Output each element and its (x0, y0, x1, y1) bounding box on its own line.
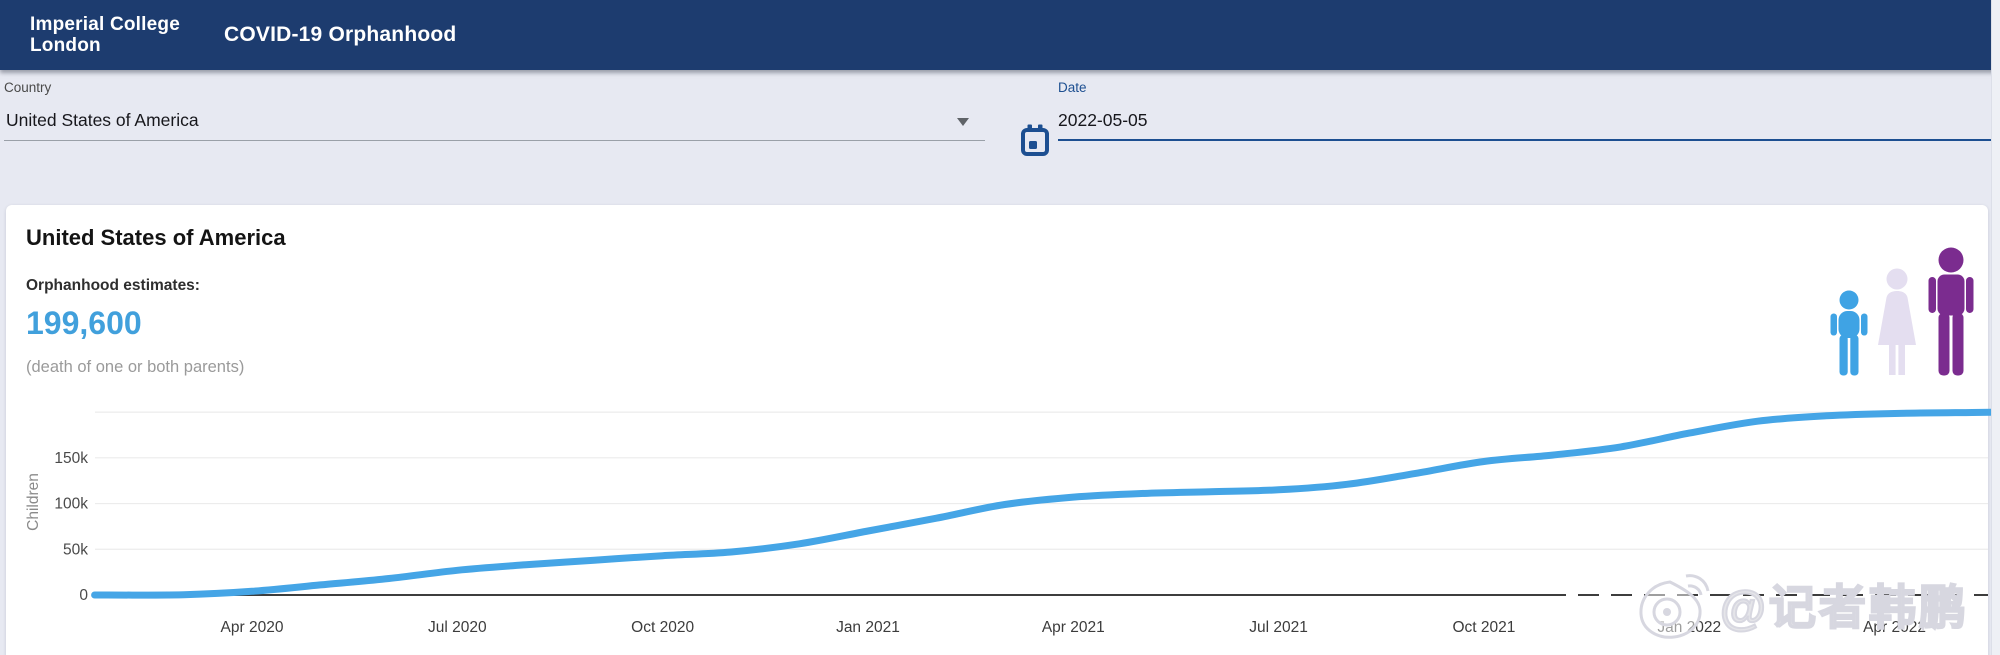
woman-icon (1878, 268, 1916, 375)
chevron-down-icon[interactable] (957, 118, 969, 126)
orphanhood-estimates-label: Orphanhood estimates: (26, 277, 200, 294)
child-icon (1830, 290, 1868, 376)
imperial-college-logo[interactable]: Imperial College London (30, 14, 180, 56)
country-summary-card: United States of America Orphanhood esti… (6, 205, 1988, 655)
date-label: Date (1058, 80, 1087, 95)
man-icon (1928, 247, 1974, 376)
logo-line-1: Imperial College (30, 14, 180, 35)
calendar-leg (1027, 124, 1032, 132)
page-title: COVID-19 Orphanhood (223, 23, 457, 46)
calendar-leg (1038, 124, 1043, 132)
orphanhood-estimate-caption: (death of one or both parents) (26, 358, 245, 376)
country-select[interactable]: Country United States of America (4, 80, 985, 141)
country-label: Country (4, 80, 52, 95)
card-country-title: United States of America (26, 225, 286, 250)
family-pictogram (1828, 247, 1978, 376)
date-input[interactable]: Date 2022-05-05 (1058, 80, 1992, 141)
calendar-day-mark (1029, 141, 1037, 149)
vertical-scrollbar[interactable] (1991, 0, 2000, 655)
app-header: Imperial College London COVID-19 Orphanh… (0, 0, 2000, 70)
calendar-icon[interactable] (1020, 124, 1050, 157)
logo-line-2: London (30, 35, 101, 56)
date-value: 2022-05-05 (1058, 110, 1148, 130)
country-value: United States of America (6, 110, 199, 130)
orphanhood-estimate-value: 199,600 (26, 305, 142, 341)
